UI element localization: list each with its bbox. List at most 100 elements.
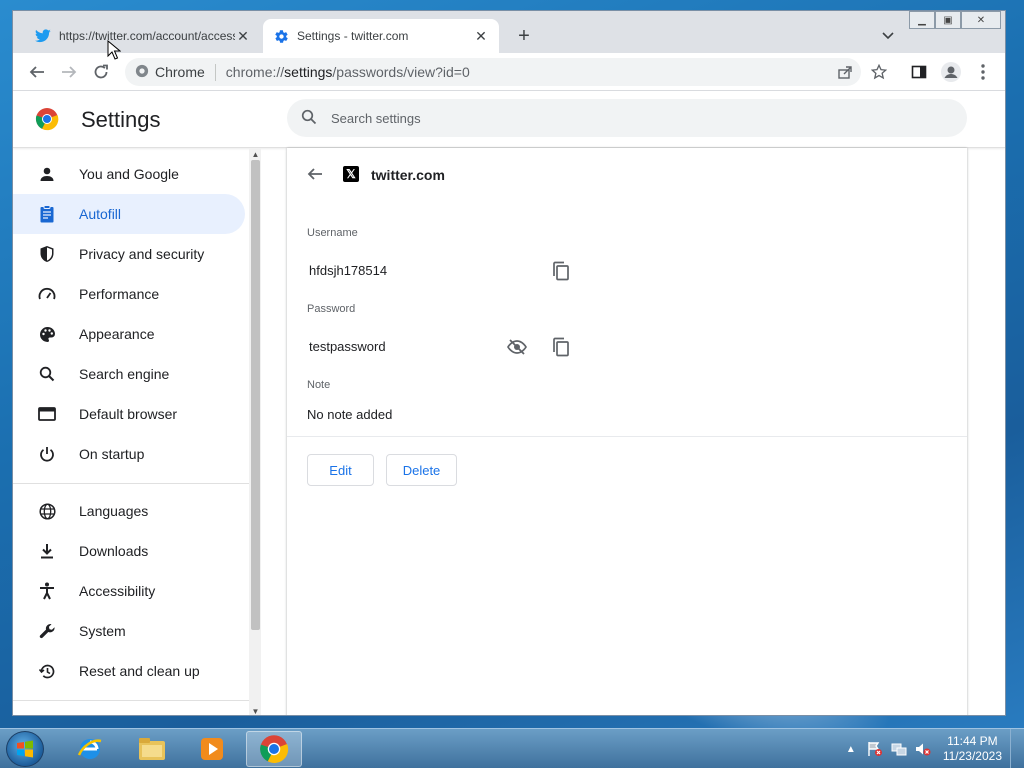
settings-header: Settings Search settings: [13, 91, 1005, 148]
back-arrow-icon[interactable]: [27, 62, 47, 82]
sidebar-item-system[interactable]: System: [13, 611, 245, 651]
sidebar-item-search-engine[interactable]: Search engine: [13, 354, 245, 394]
volume-muted-icon[interactable]: [914, 740, 932, 758]
back-arrow-icon[interactable]: [305, 164, 325, 184]
chevron-down-icon[interactable]: [879, 27, 897, 45]
browser-icon: [37, 404, 57, 424]
side-panel-icon[interactable]: [909, 62, 929, 82]
new-tab-button[interactable]: +: [513, 25, 535, 47]
hide-password-eye-icon[interactable]: [505, 335, 529, 359]
scrollbar-thumb[interactable]: [251, 160, 260, 630]
file-explorer-icon[interactable]: [124, 731, 180, 767]
search-settings-input[interactable]: Search settings: [287, 99, 967, 137]
internet-explorer-icon[interactable]: [62, 731, 118, 767]
chrome-icon: [135, 64, 149, 81]
sidebar-item-label: Autofill: [79, 206, 122, 222]
sidebar-item-accessibility[interactable]: Accessibility: [13, 571, 245, 611]
clipboard-icon: [37, 204, 57, 224]
sidebar-item-label: Privacy and security: [79, 246, 205, 262]
search-icon: [301, 109, 317, 128]
sidebar-item-label: On startup: [79, 446, 145, 462]
tab-title: https://twitter.com/account/access: [59, 29, 235, 43]
username-label: Username: [307, 227, 358, 239]
sidebar-item-label: Downloads: [79, 543, 149, 559]
sidebar-item-label: Reset and clean up: [79, 663, 200, 679]
sidebar-item-label: Appearance: [79, 326, 155, 342]
copy-password-icon[interactable]: [549, 335, 573, 359]
shield-icon: [37, 244, 57, 264]
sidebar-item-languages[interactable]: Languages: [13, 491, 245, 531]
chrome-logo-icon: [35, 107, 59, 131]
sidebar-divider: [13, 700, 249, 701]
copy-username-icon[interactable]: [549, 259, 573, 283]
mouse-cursor-icon: [107, 39, 122, 60]
password-label: Password: [307, 303, 356, 315]
tab-strip: https://twitter.com/account/access ✕ Set…: [13, 11, 1005, 53]
note-value: No note added: [307, 407, 393, 422]
download-icon: [37, 541, 57, 561]
minimize-window-button[interactable]: ▁: [909, 11, 935, 29]
sidebar-item-reset[interactable]: Reset and clean up: [13, 651, 245, 691]
chrome-icon[interactable]: [246, 731, 302, 767]
taskbar: ▲ 11:44 PM 11/23/2023: [0, 728, 1024, 768]
start-button[interactable]: [6, 731, 44, 767]
reload-icon[interactable]: [91, 62, 111, 82]
note-label: Note: [307, 379, 331, 391]
bookmark-star-icon[interactable]: [869, 62, 889, 82]
sidebar-item-performance[interactable]: Performance: [13, 274, 245, 314]
sidebar-scrollbar[interactable]: ▲ ▼: [249, 148, 261, 716]
sidebar-item-you-and-google[interactable]: You and Google: [13, 154, 245, 194]
tab-title: Settings - twitter.com: [297, 29, 409, 43]
action-center-flag-icon[interactable]: [866, 740, 884, 758]
search-placeholder: Search settings: [331, 110, 421, 126]
close-window-button[interactable]: ✕: [961, 11, 1001, 29]
sidebar-item-on-startup[interactable]: On startup: [13, 434, 245, 474]
share-icon[interactable]: [835, 62, 855, 82]
address-bar[interactable]: Chrome chrome://settings/passwords/view?…: [125, 58, 861, 86]
browser-window: https://twitter.com/account/access ✕ Set…: [12, 10, 1006, 716]
maximize-window-button[interactable]: ▣: [935, 11, 961, 29]
taskbar-clock[interactable]: 11:44 PM 11/23/2023: [943, 734, 1002, 764]
sidebar-item-default-browser[interactable]: Default browser: [13, 394, 245, 434]
site-info-chip[interactable]: Chrome: [135, 63, 216, 81]
show-hidden-icons-icon[interactable]: ▲: [842, 740, 860, 758]
sidebar-item-appearance[interactable]: Appearance: [13, 314, 245, 354]
sidebar-divider: [13, 483, 249, 484]
clock-time: 11:44 PM: [947, 734, 998, 748]
sidebar-item-label: System: [79, 623, 126, 639]
settings-page: Settings Search settings You and Google …: [13, 91, 1005, 716]
sidebar-item-label: Accessibility: [79, 583, 156, 599]
history-icon: [37, 661, 57, 681]
power-icon: [37, 444, 57, 464]
close-tab-icon[interactable]: ✕: [473, 28, 489, 44]
scroll-up-arrow-icon[interactable]: ▲: [249, 148, 261, 160]
more-menu-icon[interactable]: [973, 62, 993, 82]
password-detail-card: 𝕏 twitter.com Username hfdsjh178514 Pass…: [287, 148, 967, 715]
sidebar-item-label: Languages: [79, 503, 149, 519]
tab-twitter[interactable]: https://twitter.com/account/access ✕: [25, 19, 261, 53]
delete-button[interactable]: Delete: [386, 454, 457, 486]
forward-arrow-icon[interactable]: [59, 62, 79, 82]
system-tray: ▲ 11:44 PM 11/23/2023: [839, 729, 1024, 768]
twitter-bird-icon: [35, 28, 51, 44]
sidebar-item-label: Search engine: [79, 366, 170, 382]
sidebar-item-privacy[interactable]: Privacy and security: [13, 234, 245, 274]
sidebar-item-label: Performance: [79, 286, 160, 302]
palette-icon: [37, 324, 57, 344]
sidebar-item-downloads[interactable]: Downloads: [13, 531, 245, 571]
scroll-down-arrow-icon[interactable]: ▼: [249, 705, 261, 716]
wrench-icon: [37, 621, 57, 641]
username-value: hfdsjh178514: [309, 263, 388, 278]
media-player-icon[interactable]: [184, 731, 240, 767]
network-icon[interactable]: [890, 740, 908, 758]
globe-icon: [37, 501, 57, 521]
accessibility-icon: [37, 581, 57, 601]
browser-toolbar: Chrome chrome://settings/passwords/view?…: [13, 53, 1005, 91]
edit-button[interactable]: Edit: [307, 454, 374, 486]
tab-settings[interactable]: Settings - twitter.com ✕: [263, 19, 499, 53]
profile-avatar-icon[interactable]: [941, 62, 961, 82]
gear-icon: [273, 28, 289, 44]
sidebar-item-autofill[interactable]: Autofill: [13, 194, 245, 234]
close-tab-icon[interactable]: ✕: [235, 28, 251, 44]
show-desktop-button[interactable]: [1010, 729, 1024, 768]
